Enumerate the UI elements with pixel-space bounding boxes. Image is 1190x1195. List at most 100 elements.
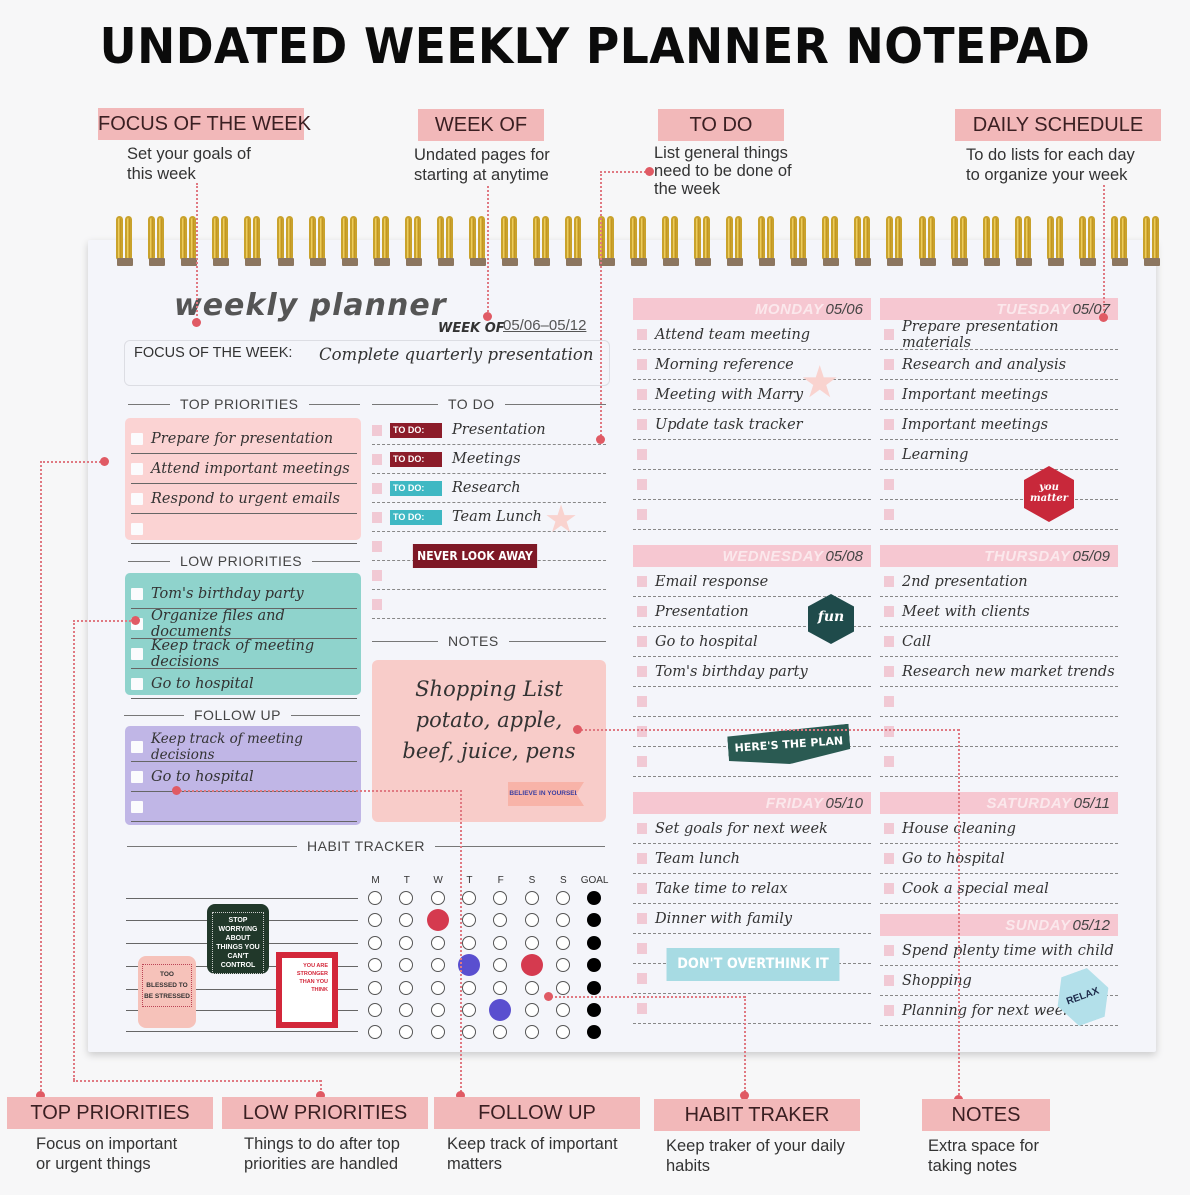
checkbox[interactable] xyxy=(884,479,894,490)
checkbox[interactable] xyxy=(131,462,143,475)
checkbox[interactable] xyxy=(637,973,647,984)
checkbox[interactable] xyxy=(884,449,894,460)
todo-item[interactable]: TO DO: Meetings xyxy=(372,445,606,474)
checkbox[interactable] xyxy=(637,419,647,430)
checkbox[interactable] xyxy=(884,975,894,986)
todo-item[interactable]: TO DO: Presentation xyxy=(372,416,606,445)
checkbox[interactable] xyxy=(637,329,647,340)
checkbox[interactable] xyxy=(131,677,143,690)
checkbox[interactable] xyxy=(372,598,382,610)
day-task[interactable] xyxy=(633,687,871,717)
day-task[interactable]: Go to hospital xyxy=(880,844,1118,874)
checkbox[interactable] xyxy=(637,696,647,707)
checkbox[interactable] xyxy=(637,913,647,924)
checkbox[interactable] xyxy=(884,945,894,956)
checkbox[interactable] xyxy=(637,726,647,737)
checkbox[interactable] xyxy=(131,432,143,445)
day-task[interactable]: Meet with clients xyxy=(880,597,1118,627)
day-task[interactable] xyxy=(633,440,871,470)
day-task[interactable]: Dinner with family xyxy=(633,904,871,934)
priority-item[interactable]: Attend important meetings xyxy=(131,454,357,484)
habit-circle[interactable] xyxy=(524,1003,539,1017)
habit-circle[interactable] xyxy=(524,935,539,950)
priority-item[interactable]: Keep track of meeting decisions xyxy=(131,638,357,670)
checkbox[interactable] xyxy=(884,756,894,767)
day-task[interactable]: Important meetings xyxy=(880,380,1118,410)
day-task[interactable] xyxy=(633,470,871,500)
day-task[interactable]: 2nd presentation xyxy=(880,567,1118,597)
habit-circle[interactable] xyxy=(555,1003,570,1017)
habit-circle[interactable] xyxy=(430,891,445,905)
todo-item[interactable] xyxy=(372,590,606,619)
checkbox[interactable] xyxy=(637,576,647,587)
checkbox[interactable] xyxy=(372,482,382,494)
habit-circle[interactable] xyxy=(426,909,449,932)
habit-circle[interactable] xyxy=(493,980,508,995)
checkbox[interactable] xyxy=(884,576,894,587)
day-task[interactable]: Update task tracker xyxy=(633,410,871,440)
checkbox[interactable] xyxy=(372,540,382,552)
checkbox[interactable] xyxy=(884,359,894,370)
day-task[interactable] xyxy=(880,687,1118,717)
day-task[interactable]: Prepare presentation materials xyxy=(880,319,1118,351)
habit-circle[interactable] xyxy=(368,935,382,950)
day-task[interactable]: House cleaning xyxy=(880,814,1118,844)
day-task[interactable]: Learning xyxy=(880,440,1118,470)
checkbox[interactable] xyxy=(637,509,647,520)
checkbox[interactable] xyxy=(637,853,647,864)
priority-item[interactable]: Organize files and documents xyxy=(131,608,357,640)
checkbox[interactable] xyxy=(884,389,894,400)
checkbox[interactable] xyxy=(884,606,894,617)
habit-circle[interactable] xyxy=(555,891,570,905)
checkbox[interactable] xyxy=(131,522,143,535)
habit-circle[interactable] xyxy=(461,891,476,905)
checkbox[interactable] xyxy=(131,740,143,753)
habit-circle[interactable] xyxy=(430,1003,445,1017)
habit-circle[interactable] xyxy=(399,980,414,995)
habit-circle[interactable] xyxy=(368,891,382,905)
checkbox[interactable] xyxy=(884,329,894,340)
habit-circle[interactable] xyxy=(555,958,570,973)
checkbox[interactable] xyxy=(884,666,894,677)
habit-circle[interactable] xyxy=(520,954,543,977)
habit-circle[interactable] xyxy=(524,891,539,905)
priority-item[interactable]: Prepare for presentation xyxy=(131,424,357,454)
checkbox[interactable] xyxy=(884,1005,894,1016)
checkbox[interactable] xyxy=(884,419,894,430)
checkbox[interactable] xyxy=(637,479,647,490)
checkbox[interactable] xyxy=(637,823,647,834)
checkbox[interactable] xyxy=(372,424,382,436)
habit-circle[interactable] xyxy=(555,935,570,950)
checkbox[interactable] xyxy=(637,389,647,400)
day-task[interactable]: Call xyxy=(880,627,1118,657)
focus-value[interactable]: Complete quarterly presentation xyxy=(319,345,594,364)
day-task[interactable]: Research and analysis xyxy=(880,350,1118,380)
day-task[interactable]: Team lunch xyxy=(633,844,871,874)
day-task[interactable]: Tom's birthday party xyxy=(633,657,871,687)
checkbox[interactable] xyxy=(637,756,647,767)
checkbox[interactable] xyxy=(884,509,894,520)
habit-circle[interactable] xyxy=(430,935,445,950)
day-task[interactable] xyxy=(633,994,871,1024)
habit-circle[interactable] xyxy=(555,980,570,995)
habit-circle[interactable] xyxy=(430,958,445,973)
checkbox[interactable] xyxy=(637,606,647,617)
checkbox[interactable] xyxy=(884,696,894,707)
checkbox[interactable] xyxy=(637,883,647,894)
habit-circle[interactable] xyxy=(430,1025,445,1040)
habit-circle[interactable] xyxy=(493,935,508,950)
habit-circle[interactable] xyxy=(461,980,476,995)
checkbox[interactable] xyxy=(884,636,894,647)
priority-item[interactable]: Tom's birthday party xyxy=(131,579,357,609)
checkbox[interactable] xyxy=(637,449,647,460)
habit-circle[interactable] xyxy=(461,935,476,950)
day-task[interactable]: Take time to relax xyxy=(633,874,871,904)
habit-circle[interactable] xyxy=(524,913,539,928)
day-task[interactable]: Set goals for next week xyxy=(633,814,871,844)
checkbox[interactable] xyxy=(637,1003,647,1014)
day-task[interactable]: Spend plenty time with child xyxy=(880,936,1118,966)
checkbox[interactable] xyxy=(131,492,143,505)
follow-up-item[interactable] xyxy=(131,792,357,822)
habit-circle[interactable] xyxy=(368,1003,382,1017)
checkbox[interactable] xyxy=(131,587,143,600)
